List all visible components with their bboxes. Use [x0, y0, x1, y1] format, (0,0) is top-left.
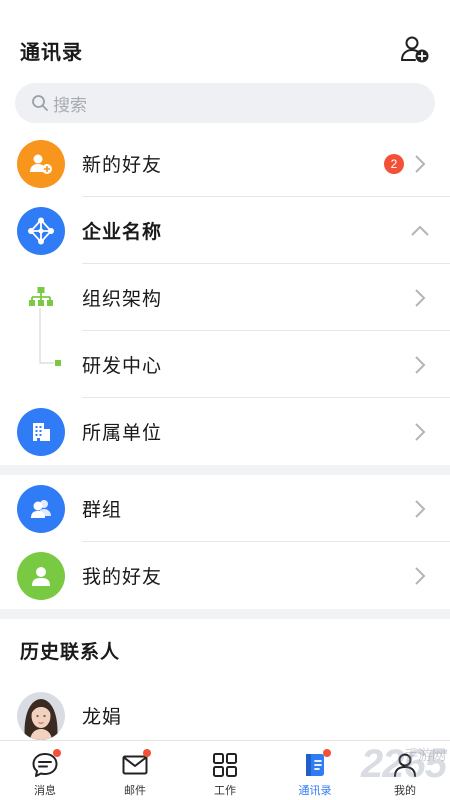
header: 通讯录	[0, 0, 450, 80]
rnd-center-row[interactable]: 研发中心	[0, 331, 450, 398]
tab-label: 工作	[214, 785, 236, 797]
contact-row[interactable]: 龙娟	[0, 682, 450, 749]
profile-icon	[394, 753, 416, 777]
unread-dot	[323, 749, 331, 757]
company-row[interactable]: 企业名称	[0, 197, 450, 264]
org-structure-label: 组织架构	[82, 289, 163, 310]
tab-messages[interactable]: 消息	[0, 741, 90, 800]
chevron-up-icon[interactable]	[410, 225, 430, 237]
my-friends-row[interactable]: 我的好友	[0, 542, 450, 609]
affiliated-unit-row[interactable]: 所属单位	[0, 398, 450, 465]
search-placeholder: 搜索	[53, 95, 87, 115]
search-input[interactable]: 搜索	[15, 83, 435, 123]
tab-mail[interactable]: 邮件	[90, 741, 180, 800]
group-icon	[17, 484, 65, 533]
apps-grid-icon	[213, 753, 237, 777]
rnd-center-label: 研发中心	[82, 356, 163, 377]
contact-avatar	[17, 691, 65, 740]
unread-badge: 2	[384, 153, 404, 174]
groups-label: 群组	[82, 500, 123, 521]
company-network-icon	[17, 206, 65, 255]
chevron-right-icon	[415, 422, 426, 441]
tab-label: 我的	[394, 785, 416, 797]
company-name-label: 企业名称	[82, 222, 163, 243]
person-icon	[17, 551, 65, 600]
org-chart-icon	[29, 287, 53, 306]
new-friends-label: 新的好友	[82, 155, 163, 176]
search-icon	[32, 95, 48, 111]
tab-label: 通讯录	[298, 785, 332, 797]
new-friend-icon	[17, 139, 65, 188]
unread-dot	[143, 749, 151, 757]
my-friends-label: 我的好友	[82, 567, 163, 588]
history-contacts-heading: 历史联系人	[20, 642, 121, 663]
tab-profile[interactable]: 我的	[360, 741, 450, 800]
bottom-tab-bar: 消息 邮件 工作 通讯录 我的	[0, 740, 450, 800]
tab-work[interactable]: 工作	[180, 741, 270, 800]
tab-contacts[interactable]: 通讯录	[270, 741, 360, 800]
chevron-right-icon	[415, 288, 426, 307]
section-divider	[0, 465, 450, 475]
contact-name: 龙娟	[82, 707, 123, 728]
tab-label: 消息	[34, 785, 56, 797]
add-contact-icon[interactable]	[400, 34, 430, 64]
chevron-right-icon	[415, 566, 426, 585]
affiliated-unit-label: 所属单位	[82, 423, 163, 444]
chevron-right-icon	[415, 499, 426, 518]
unread-dot	[53, 749, 61, 757]
groups-row[interactable]: 群组	[0, 475, 450, 542]
new-friends-row[interactable]: 新的好友 2	[0, 130, 450, 197]
tab-label: 邮件	[124, 785, 146, 797]
page-title: 通讯录	[20, 42, 83, 64]
building-icon	[17, 407, 65, 456]
section-divider	[0, 609, 450, 619]
chevron-right-icon	[415, 154, 426, 173]
chevron-right-icon	[415, 355, 426, 374]
